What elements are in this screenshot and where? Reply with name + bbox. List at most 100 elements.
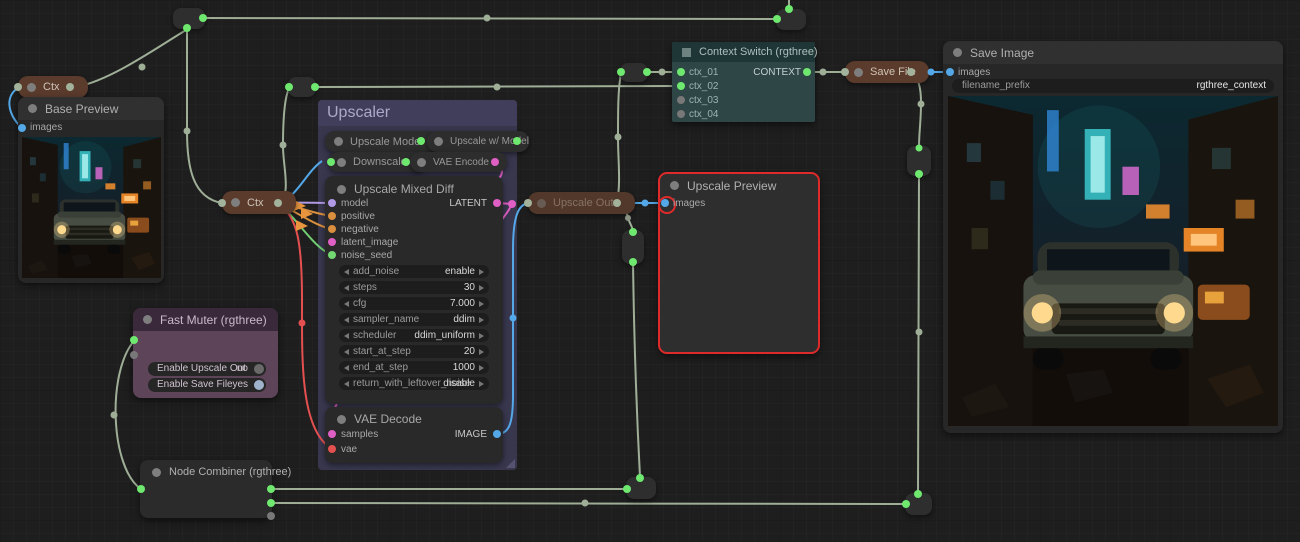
start-at-step-widget[interactable]: start_at_step20 <box>339 345 489 358</box>
end-at-step-widget[interactable]: end_at_step1000 <box>339 361 489 374</box>
save-image-node[interactable]: Save Image images filename_prefix rgthre… <box>943 41 1283 433</box>
samples-input-slot[interactable] <box>328 430 336 438</box>
collapse-dot-icon[interactable] <box>337 415 346 424</box>
model-input-slot[interactable] <box>328 199 336 207</box>
fast-muter-titlebar[interactable]: Fast Muter (rgthree) <box>133 308 278 331</box>
reroute-node[interactable] <box>905 493 932 515</box>
negative-input-slot[interactable] <box>328 225 336 233</box>
collapse-dot-icon[interactable] <box>670 181 679 190</box>
return-leftover-noise-widget[interactable]: return_with_leftover_noisedisable <box>339 377 489 390</box>
upscaler-group-header[interactable]: Upscaler <box>318 100 517 126</box>
decrement-arrow-icon[interactable] <box>344 333 349 339</box>
node-combiner-node[interactable]: Node Combiner (rgthree) <box>140 460 272 518</box>
images-input-slot[interactable] <box>18 124 26 132</box>
collapse-dot-icon[interactable] <box>231 198 240 207</box>
collapse-dot-icon[interactable] <box>337 158 346 167</box>
muter-input-slot-1[interactable] <box>130 336 138 344</box>
collapse-dot-icon[interactable] <box>143 315 152 324</box>
combiner-input-slot-2[interactable] <box>267 499 275 507</box>
increment-arrow-icon[interactable] <box>479 269 484 275</box>
context-switch-node[interactable]: Context Switch (rgthree) ctx_01 ctx_02 c… <box>672 42 815 122</box>
ctx-01-input-slot[interactable] <box>677 68 685 76</box>
collapse-dot-icon[interactable] <box>28 104 37 113</box>
upscale-model-output-slot[interactable] <box>417 137 425 145</box>
downscale-input-slot[interactable] <box>327 158 335 166</box>
scheduler-widget[interactable]: schedulerddim_uniform <box>339 329 489 342</box>
collapse-dot-icon[interactable] <box>417 158 426 167</box>
noise-seed-input-slot[interactable] <box>328 251 336 259</box>
node-graph-canvas[interactable]: Upscaler <box>0 0 1300 542</box>
increment-arrow-icon[interactable] <box>479 349 484 355</box>
vae-encode-output-slot[interactable] <box>491 158 499 166</box>
save-image-titlebar[interactable]: Save Image <box>943 41 1283 64</box>
decrement-arrow-icon[interactable] <box>344 269 349 275</box>
filename-prefix-widget[interactable]: filename_prefix rgthree_context <box>952 79 1274 93</box>
downscale-output-slot[interactable] <box>402 158 410 166</box>
collapse-dot-icon[interactable] <box>434 137 443 146</box>
ctx-node-2[interactable]: Ctx <box>222 191 296 214</box>
reroute-node[interactable] <box>776 9 806 30</box>
latent-image-input-slot[interactable] <box>328 238 336 246</box>
combiner-input-slot-3[interactable] <box>267 512 275 520</box>
decrement-arrow-icon[interactable] <box>344 381 349 387</box>
upscale-mixed-diff-node[interactable]: Upscale Mixed Diff model positive negati… <box>325 176 503 404</box>
collapse-dot-icon[interactable] <box>537 199 546 208</box>
ctx-04-input-slot[interactable] <box>677 110 685 118</box>
decrement-arrow-icon[interactable] <box>344 301 349 307</box>
reroute-node[interactable] <box>288 77 316 97</box>
collapse-dot-icon[interactable] <box>953 48 962 57</box>
collapse-dot-icon[interactable] <box>337 185 346 194</box>
base-preview-node[interactable]: Base Preview images <box>18 97 164 283</box>
images-input-slot[interactable] <box>946 68 954 76</box>
reroute-node[interactable] <box>907 146 931 176</box>
enable-upscale-out-toggle[interactable]: Enable Upscale Out no <box>148 362 266 376</box>
reroute-node[interactable] <box>173 8 205 29</box>
save-file-node[interactable]: Save File <box>845 61 929 83</box>
toggle-knob-icon[interactable] <box>254 380 264 390</box>
sampler-name-widget[interactable]: sampler_nameddim <box>339 313 489 326</box>
combiner-output-slot[interactable] <box>137 485 145 493</box>
increment-arrow-icon[interactable] <box>479 333 484 339</box>
image-output-slot[interactable] <box>493 430 501 438</box>
increment-arrow-icon[interactable] <box>479 365 484 371</box>
decrement-arrow-icon[interactable] <box>344 349 349 355</box>
collapse-dot-icon[interactable] <box>854 68 863 77</box>
collapse-dot-icon[interactable] <box>152 468 161 477</box>
images-input-slot[interactable] <box>661 199 669 207</box>
positive-input-slot[interactable] <box>328 212 336 220</box>
upscale-out-node[interactable]: Upscale Out <box>528 192 635 214</box>
upscale-preview-titlebar[interactable]: Upscale Preview <box>660 174 818 197</box>
steps-widget[interactable]: steps30 <box>339 281 489 294</box>
increment-arrow-icon[interactable] <box>479 381 484 387</box>
resize-handle-icon[interactable] <box>506 459 515 468</box>
ctx-node-1[interactable]: Ctx <box>18 76 88 98</box>
add-noise-widget[interactable]: add_noiseenable <box>339 265 489 278</box>
increment-arrow-icon[interactable] <box>479 285 484 291</box>
upscale-preview-node[interactable]: Upscale Preview images <box>658 172 820 354</box>
decrement-arrow-icon[interactable] <box>344 317 349 323</box>
base-preview-titlebar[interactable]: Base Preview <box>18 97 164 120</box>
vae-decode-node[interactable]: VAE Decode samples vae IMAGE <box>325 407 503 463</box>
reroute-node[interactable] <box>620 63 648 82</box>
upscale-w-model-output-slot[interactable] <box>513 137 521 145</box>
cfg-widget[interactable]: cfg7.000 <box>339 297 489 310</box>
context-switch-titlebar[interactable]: Context Switch (rgthree) <box>672 42 815 62</box>
collapse-dot-icon[interactable] <box>334 137 343 146</box>
ctx-02-input-slot[interactable] <box>677 82 685 90</box>
decrement-arrow-icon[interactable] <box>344 285 349 291</box>
vae-input-slot[interactable] <box>328 445 336 453</box>
fast-muter-node[interactable]: Fast Muter (rgthree) Enable Upscale Out … <box>133 308 278 398</box>
ctx-03-input-slot[interactable] <box>677 96 685 104</box>
reroute-node[interactable] <box>622 230 644 264</box>
increment-arrow-icon[interactable] <box>479 301 484 307</box>
context-output-slot[interactable] <box>803 68 811 76</box>
toggle-knob-icon[interactable] <box>254 364 264 374</box>
combiner-input-slot-1[interactable] <box>267 485 275 493</box>
decrement-arrow-icon[interactable] <box>344 365 349 371</box>
muter-input-slot-2[interactable] <box>130 351 138 359</box>
reroute-node[interactable] <box>626 477 656 499</box>
enable-save-file-toggle[interactable]: Enable Save File yes <box>148 378 266 392</box>
latent-output-slot[interactable] <box>493 199 501 207</box>
collapse-dot-icon[interactable] <box>27 83 36 92</box>
increment-arrow-icon[interactable] <box>479 317 484 323</box>
